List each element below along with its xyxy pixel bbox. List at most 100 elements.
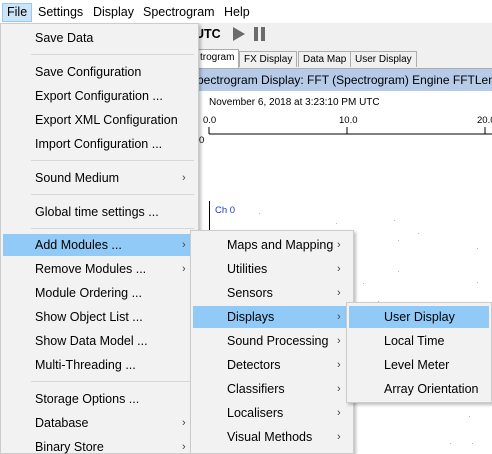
menu-separator (31, 160, 194, 161)
chevron-right-icon: › (337, 311, 341, 323)
menu-item-classifiers[interactable]: Classifiers › (193, 378, 351, 400)
menu-item-visual-methods[interactable]: Visual Methods › (193, 426, 351, 448)
menu-item-save-data[interactable]: Save Data (3, 27, 196, 49)
menu-item-module-ordering[interactable]: Module Ordering ... (3, 282, 196, 304)
menu-item-label: Local Time (384, 334, 445, 348)
chevron-right-icon: › (337, 263, 341, 275)
menu-item-label: Save Data (35, 31, 94, 45)
menu-item-label: Global time settings ... (35, 205, 159, 219)
chevron-right-icon: › (182, 441, 186, 453)
displays-submenu: User Display Local Time Level Meter Arra… (346, 302, 492, 403)
menu-item-binary-store[interactable]: Binary Store › (3, 436, 196, 454)
chevron-right-icon: › (337, 431, 341, 443)
menu-item-label: Visual Methods (227, 430, 313, 444)
tab-user-display[interactable]: User Display (350, 51, 417, 67)
menu-item-maps-and-mapping[interactable]: Maps and Mapping › (193, 234, 351, 256)
play-icon[interactable] (232, 27, 246, 41)
noise-speck (469, 416, 470, 417)
menu-item-label: Database (35, 416, 89, 430)
menu-file[interactable]: File (2, 3, 33, 22)
axis-tick-label: 10.0 (339, 115, 358, 126)
menu-item-level-meter[interactable]: Level Meter (349, 354, 489, 376)
axis-tick-label: 20.0 (477, 115, 492, 126)
tab-spectrogram[interactable]: trogram (195, 49, 239, 68)
menu-item-show-data-model[interactable]: Show Data Model ... (3, 330, 196, 352)
menu-item-label: Save Configuration (35, 65, 142, 79)
menu-item-global-time-settings[interactable]: Global time settings ... (3, 201, 196, 223)
menu-item-export-configuration[interactable]: Export Configuration ... (3, 85, 196, 107)
menu-item-import-configuration[interactable]: Import Configuration ... (3, 133, 196, 155)
menu-item-array-orientation[interactable]: Array Orientation (349, 378, 489, 400)
menu-separator (31, 54, 194, 55)
axis-fragment: 0 (199, 135, 205, 146)
menu-item-label: Utilities (227, 262, 268, 276)
menu-display[interactable]: Display (89, 3, 138, 22)
menu-bar: File Settings Display Spectrogram Help (0, 0, 492, 24)
chevron-right-icon: › (182, 263, 186, 275)
menu-item-sound-processing[interactable]: Sound Processing › (193, 330, 351, 352)
chevron-right-icon: › (182, 172, 186, 184)
menu-item-sound-medium[interactable]: Sound Medium › (3, 167, 196, 189)
menu-item-export-xml-configuration[interactable]: Export XML Configuration (3, 109, 196, 131)
menu-item-database[interactable]: Database › (3, 412, 196, 434)
pause-icon[interactable] (253, 27, 267, 41)
menu-item-label: Maps and Mapping (227, 238, 334, 252)
noise-speck (477, 282, 478, 283)
noise-speck (259, 213, 260, 214)
menu-spectrogram[interactable]: Spectrogram (139, 3, 219, 22)
menu-separator (31, 194, 194, 195)
menu-item-local-time[interactable]: Local Time (349, 330, 489, 352)
menu-item-displays[interactable]: Displays › (193, 306, 351, 328)
display-tabs: trogram FX Display Data Map User Display (195, 49, 492, 68)
menu-item-storage-options[interactable]: Storage Options ... (3, 388, 196, 410)
menu-item-label: User Display (384, 310, 455, 324)
menu-item-label: Displays (227, 310, 275, 324)
menu-item-label: Sensors (227, 286, 273, 300)
add-modules-submenu: Maps and Mapping › Utilities › Sensors › Di… (190, 230, 354, 454)
menu-item-save-configuration[interactable]: Save Configuration (3, 61, 196, 83)
menu-item-user-display[interactable]: User Display (349, 306, 489, 328)
chevron-right-icon: › (337, 335, 341, 347)
menu-item-label: Sound Processing (227, 334, 329, 348)
tab-fx-display[interactable]: FX Display (239, 51, 298, 67)
menu-item-label: Classifiers (227, 382, 285, 396)
menu-item-label: Import Configuration ... (35, 137, 163, 151)
chevron-right-icon: › (337, 239, 341, 251)
menu-separator (31, 381, 194, 382)
chevron-right-icon: › (182, 239, 186, 251)
menu-item-label: Export XML Configuration (35, 113, 178, 127)
tab-data-map[interactable]: Data Map (298, 51, 352, 67)
noise-speck (450, 443, 451, 444)
menu-item-add-modules[interactable]: Add Modules ... › (3, 234, 196, 256)
menu-separator (31, 228, 194, 229)
chevron-right-icon: › (337, 383, 341, 395)
channel-label: Ch 0 (215, 205, 236, 216)
menu-item-label: Show Data Model ... (35, 334, 148, 348)
file-menu: Save Data Save Configuration Export Conf… (0, 23, 199, 454)
menu-item-label: Export Configuration ... (35, 89, 163, 103)
menu-item-label: Binary Store (35, 440, 104, 454)
display-title: pectrogram Display: FFT (Spectrogram) En… (195, 69, 492, 91)
menu-item-label: Sound Medium (35, 171, 120, 185)
chevron-right-icon: › (337, 287, 341, 299)
menu-item-utilities[interactable]: Utilities › (193, 258, 351, 280)
menu-help[interactable]: Help (220, 3, 254, 22)
menu-item-show-object-list[interactable]: Show Object List ... (3, 306, 196, 328)
noise-speck (398, 240, 399, 241)
menu-item-localisers[interactable]: Localisers › (193, 402, 351, 424)
noise-speck (336, 223, 337, 224)
menu-item-detectors[interactable]: Detectors › (193, 354, 351, 376)
menu-item-sensors[interactable]: Sensors › (193, 282, 351, 304)
menu-item-multi-threading[interactable]: Multi-Threading ... (3, 354, 196, 376)
chevron-right-icon: › (337, 407, 341, 419)
menu-item-label: Add Modules ... (35, 238, 122, 252)
menu-item-label: Localisers (227, 406, 284, 420)
menu-item-remove-modules[interactable]: Remove Modules ... › (3, 258, 196, 280)
display-date: November 6, 2018 at 3:23:10 PM UTC (209, 97, 380, 108)
menu-settings[interactable]: Settings (34, 3, 87, 22)
chevron-right-icon: › (337, 359, 341, 371)
menu-item-label: Show Object List ... (35, 310, 143, 324)
noise-speck (363, 283, 364, 284)
menu-item-label: Level Meter (384, 358, 450, 372)
menu-item-label: Module Ordering ... (35, 286, 142, 300)
